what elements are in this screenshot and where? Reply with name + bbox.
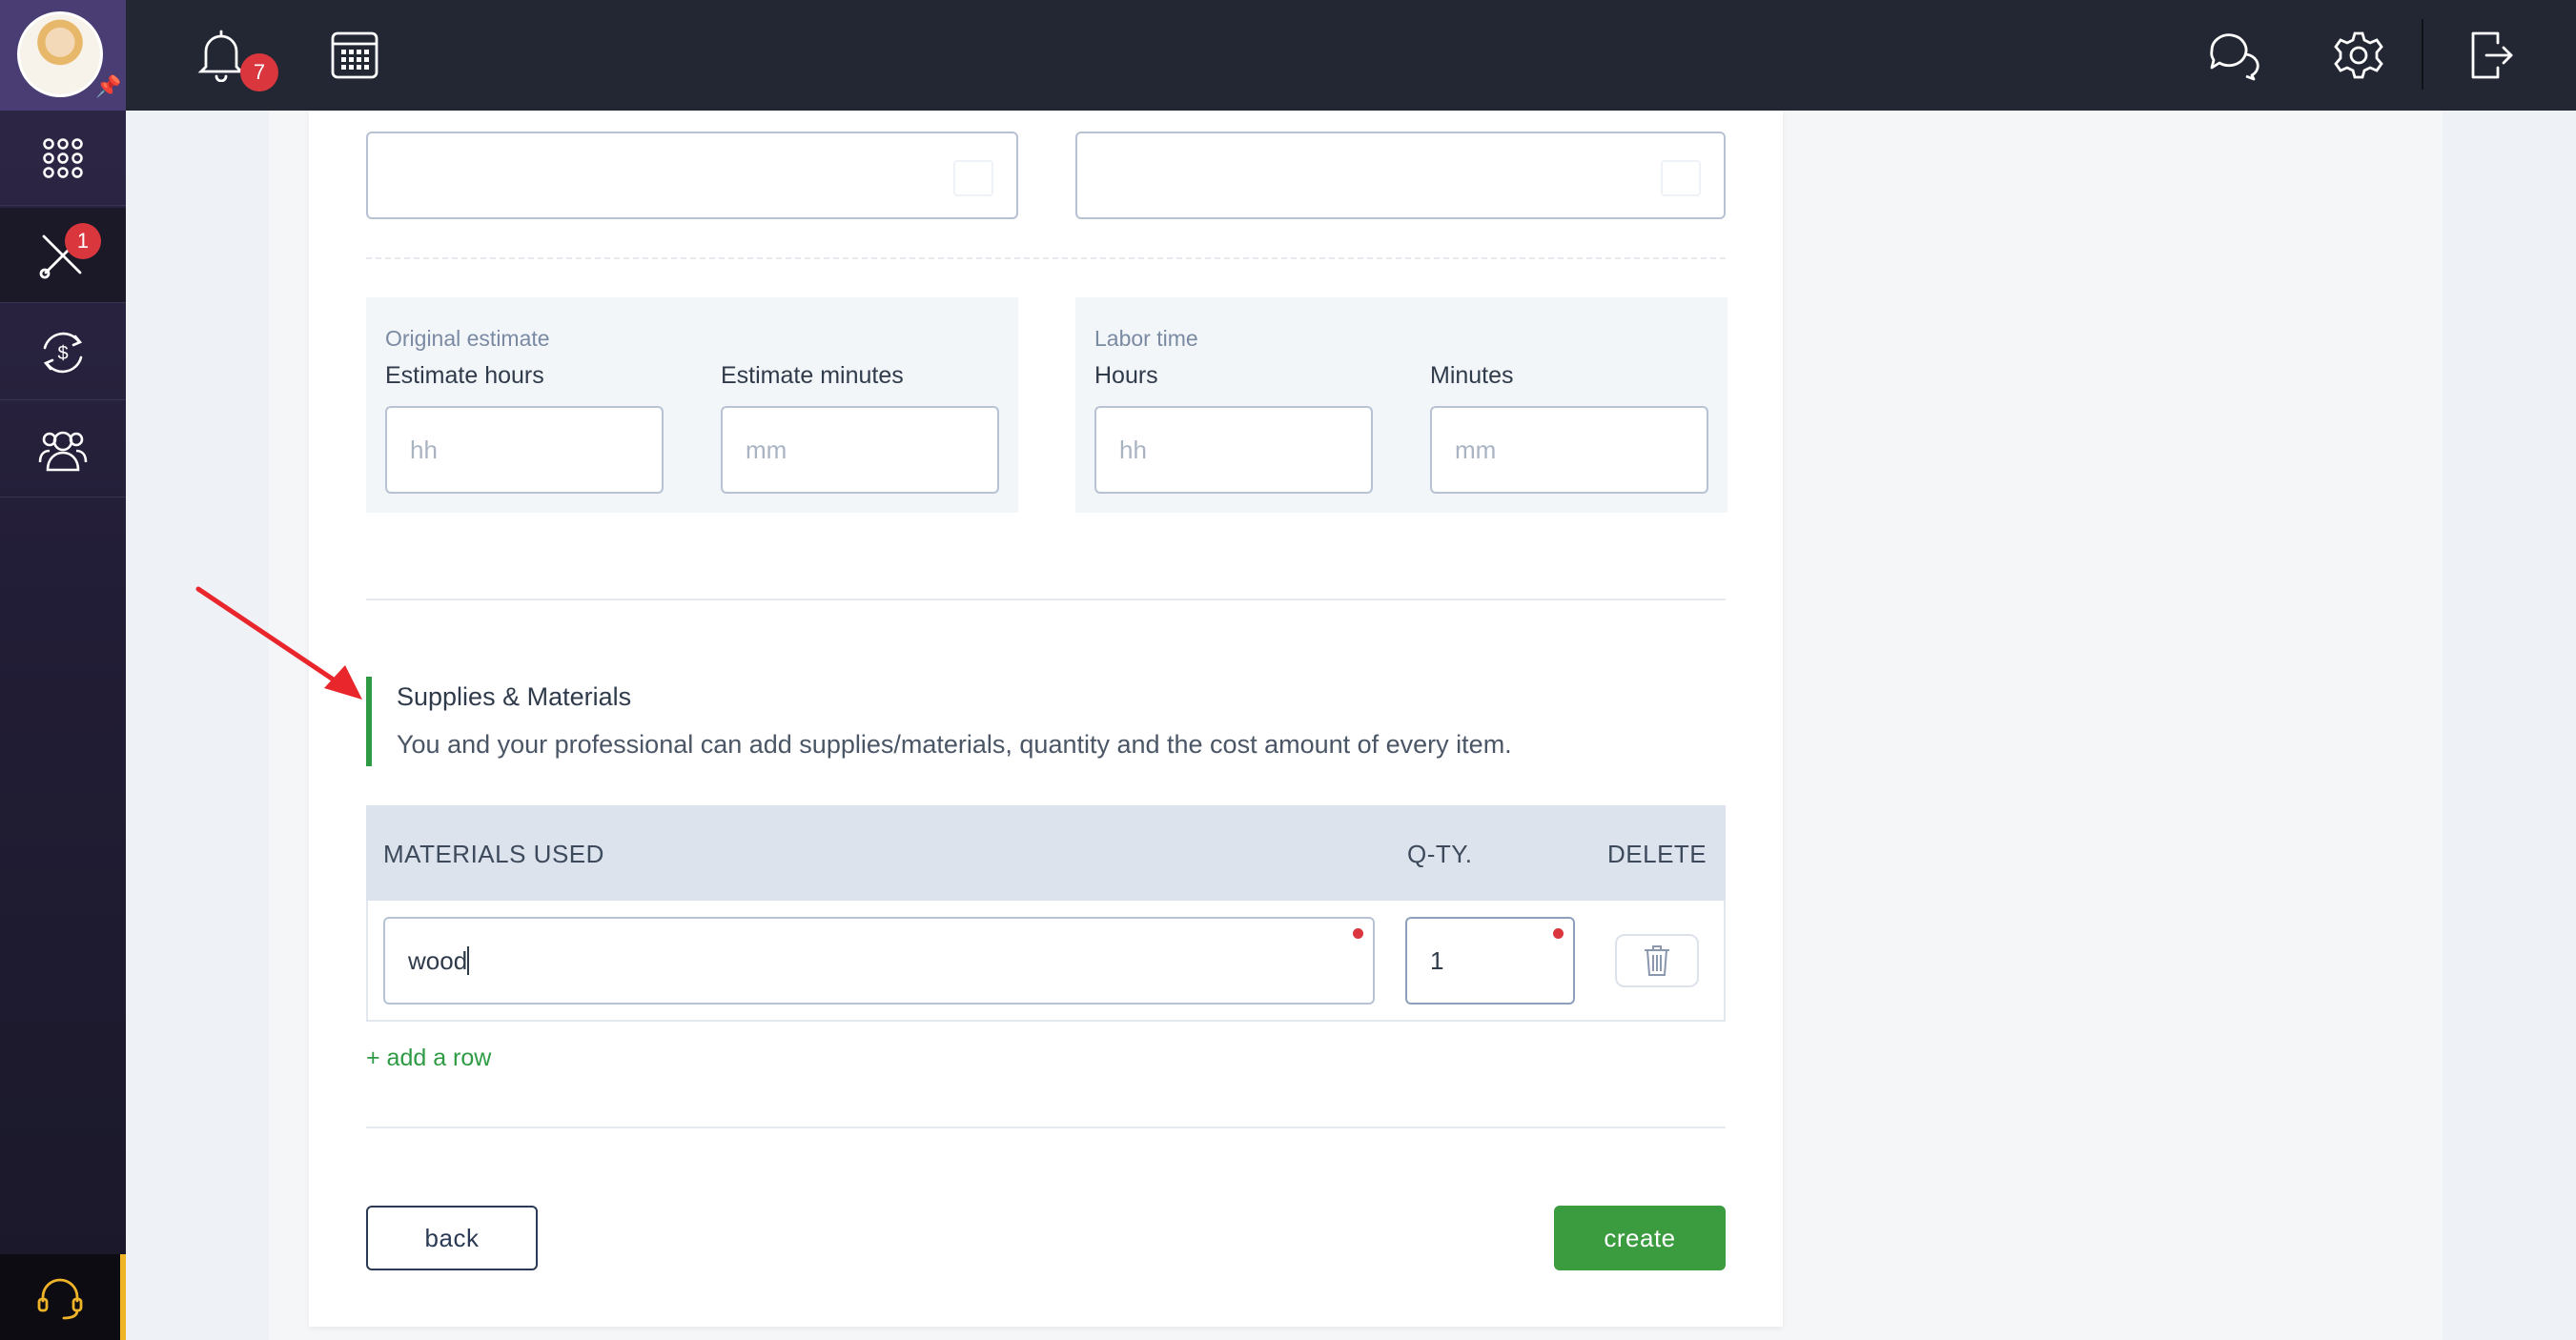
section-divider — [366, 257, 1726, 259]
sidebar-item-jobs[interactable]: 1 — [0, 208, 126, 303]
apps-grid-icon — [43, 137, 83, 178]
labor-section-label: Labor time — [1094, 326, 1198, 351]
section-divider — [366, 1127, 1726, 1128]
labor-minutes-placeholder: mm — [1455, 435, 1497, 464]
estimate-minutes-input[interactable]: mm — [721, 406, 999, 494]
sidebar-item-payments[interactable]: $ — [0, 305, 126, 400]
annotation-arrow-icon — [195, 586, 362, 700]
column-header-qty: Q-TY. — [1407, 840, 1473, 868]
supplies-title: Supplies & Materials — [397, 682, 632, 711]
calendar-icon[interactable] — [953, 160, 993, 196]
start-date-input[interactable] — [366, 132, 1018, 219]
logout-icon — [2471, 31, 2513, 79]
material-name-input[interactable]: wood — [383, 917, 1375, 1005]
delete-row-button[interactable] — [1615, 934, 1699, 987]
settings-button[interactable] — [2330, 27, 2387, 84]
estimate-hours-label: Estimate hours — [385, 362, 544, 389]
svg-text:$: $ — [57, 343, 68, 364]
users-icon — [38, 431, 88, 471]
sidebar-item-team[interactable] — [0, 402, 126, 497]
headset-icon — [37, 1278, 83, 1320]
calendar-grid-icon — [331, 31, 378, 79]
bell-icon — [197, 30, 245, 82]
labor-minutes-input[interactable]: mm — [1430, 406, 1708, 494]
estimate-section-label: Original estimate — [385, 326, 550, 351]
support-button[interactable] — [0, 1254, 126, 1340]
create-button[interactable]: create — [1554, 1206, 1726, 1270]
quantity-value: 1 — [1430, 945, 1444, 975]
chat-icon — [2210, 33, 2259, 81]
chat-button[interactable] — [2204, 27, 2261, 84]
trash-icon — [1645, 945, 1669, 976]
supplies-section-header: Supplies & Materials You and your profes… — [366, 677, 1726, 766]
original-estimate-box: Original estimate Estimate hours Estimat… — [366, 297, 1018, 513]
labor-time-box: Labor time Hours Minutes hh mm — [1075, 297, 1728, 513]
pin-icon[interactable]: 📌 — [95, 74, 121, 99]
supplies-description: You and your professional can add suppli… — [397, 730, 1512, 759]
estimate-minutes-placeholder: mm — [746, 435, 787, 464]
labor-minutes-label: Minutes — [1430, 362, 1514, 389]
materials-table-header: MATERIALS USED Q-TY. DELETE — [366, 805, 1726, 901]
avatar[interactable] — [17, 11, 103, 97]
quantity-input[interactable]: 1 — [1405, 917, 1575, 1005]
labor-hours-label: Hours — [1094, 362, 1158, 389]
logout-button[interactable] — [2464, 27, 2521, 84]
currency-exchange-icon: $ — [43, 332, 83, 373]
text-cursor — [467, 946, 470, 975]
column-header-materials: MATERIALS USED — [383, 840, 604, 868]
estimate-hours-placeholder: hh — [410, 435, 438, 464]
labor-hours-input[interactable]: hh — [1094, 406, 1373, 494]
sidebar-item-apps[interactable] — [0, 111, 126, 206]
calendar-button[interactable] — [326, 27, 383, 84]
back-button[interactable]: back — [366, 1206, 538, 1270]
calendar-icon[interactable] — [1661, 160, 1701, 196]
add-row-link[interactable]: + add a row — [366, 1045, 491, 1072]
sidebar: 📌 1 $ — [0, 0, 126, 1340]
jobs-badge: 1 — [65, 223, 101, 259]
section-divider — [366, 599, 1726, 600]
end-date-input[interactable] — [1075, 132, 1726, 219]
required-indicator — [1553, 928, 1564, 939]
required-indicator — [1353, 928, 1363, 939]
notifications-badge: 7 — [240, 53, 278, 91]
profile-area[interactable]: 📌 — [0, 0, 126, 111]
top-bar: 7 — [126, 0, 2576, 111]
estimate-minutes-label: Estimate minutes — [721, 362, 904, 389]
estimate-hours-input[interactable]: hh — [385, 406, 664, 494]
topbar-divider — [2422, 19, 2423, 90]
material-name-value: wood — [408, 945, 468, 975]
labor-hours-placeholder: hh — [1119, 435, 1147, 464]
gear-icon — [2334, 31, 2383, 79]
column-header-delete: DELETE — [1607, 840, 1707, 868]
